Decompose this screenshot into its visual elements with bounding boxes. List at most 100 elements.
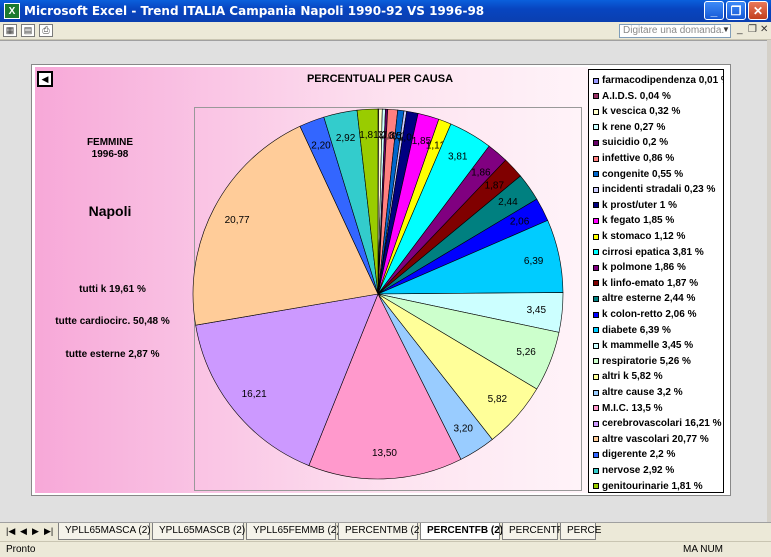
legend-swatch xyxy=(593,264,599,271)
slice-data-label: 2,20 xyxy=(311,140,331,151)
legend-swatch xyxy=(593,420,599,427)
legend-item[interactable]: k vescica 0,32 % xyxy=(593,104,680,119)
legend-item[interactable]: k linfo-emato 1,87 % xyxy=(593,276,698,291)
legend-label: k polmone 1,86 % xyxy=(602,262,686,274)
legend-swatch xyxy=(593,327,599,334)
slice-data-label: 1,81 xyxy=(359,130,379,141)
sheet-tab-bar: |◀ ◀ ▶ ▶| YPLL65MASCA (2) YPLL65MASCB (2)… xyxy=(0,522,771,541)
legend-swatch xyxy=(593,436,599,443)
legend-item[interactable]: k stomaco 1,12 % xyxy=(593,229,685,244)
legend-label: altre vascolari 20,77 % xyxy=(602,433,709,445)
legend-swatch xyxy=(593,358,599,365)
slice-data-label: 3,45 xyxy=(527,305,547,316)
legend-item[interactable]: M.I.C. 13,5 % xyxy=(593,401,663,416)
legend-item[interactable]: k mammelle 3,45 % xyxy=(593,338,693,353)
legend-label: congenite 0,55 % xyxy=(602,168,684,180)
legend-item[interactable]: infettive 0,86 % xyxy=(593,151,674,166)
legend-label: farmacodipendenza 0,01 % xyxy=(602,75,724,86)
status-bar: Pronto MA NUM xyxy=(0,541,771,557)
legend-swatch xyxy=(593,233,599,240)
legend-label: genitourinarie 1,81 % xyxy=(602,480,703,492)
legend-label: nervose 2,92 % xyxy=(602,465,675,476)
legend-item[interactable]: suicidio 0,2 % xyxy=(593,135,668,150)
legend-swatch xyxy=(593,389,599,396)
legend-label: altre cause 3,2 % xyxy=(602,387,683,398)
legend-label: M.I.C. 13,5 % xyxy=(602,402,663,414)
legend-swatch xyxy=(593,249,599,256)
legend-item[interactable]: k polmone 1,86 % xyxy=(593,260,686,275)
slice-data-label: 5,26 xyxy=(516,347,536,358)
legend-label: cerebrovascolari 16,21 % xyxy=(602,418,722,430)
legend-swatch xyxy=(593,280,599,287)
legend-item[interactable]: genitourinarie 1,81 % xyxy=(593,479,703,492)
legend-item[interactable]: diabete 6,39 % xyxy=(593,323,671,338)
chart-legend[interactable]: farmacodipendenza 0,01 % A.I.D.S. 0,04 % k… xyxy=(588,69,724,493)
legend-swatch xyxy=(593,467,599,474)
legend-item[interactable]: incidenti stradali 0,23 % xyxy=(593,182,715,197)
legend-item[interactable]: respiratorie 5,26 % xyxy=(593,354,691,369)
legend-label: k mammelle 3,45 % xyxy=(602,340,694,352)
legend-label: altri k 5,82 % xyxy=(602,371,663,383)
legend-item[interactable]: k prost/uter 1 % xyxy=(593,198,677,213)
legend-swatch xyxy=(593,311,599,318)
legend-item[interactable]: k rene 0,27 % xyxy=(593,120,665,135)
legend-item[interactable]: altre vascolari 20,77 % xyxy=(593,432,709,447)
legend-label: cirrosi epatica 3,81 % xyxy=(602,246,704,258)
legend-label: infettive 0,86 % xyxy=(602,153,675,164)
last-sheet-icon[interactable]: ▶| xyxy=(44,526,53,537)
sheet-tab[interactable]: YPLL65MASCA (2) xyxy=(58,523,151,540)
sheet-tab[interactable]: PERCENTMB (2) xyxy=(338,523,423,540)
status-text: Pronto xyxy=(6,544,36,555)
legend-item[interactable]: A.I.D.S. 0,04 % xyxy=(593,89,671,104)
legend-swatch xyxy=(593,108,599,115)
legend-item[interactable]: farmacodipendenza 0,01 % xyxy=(593,73,724,88)
legend-label: k colon-retto 2,06 % xyxy=(602,309,697,320)
first-sheet-icon[interactable]: |◀ xyxy=(6,526,15,537)
legend-label: altre esterne 2,44 % xyxy=(602,293,696,305)
legend-item[interactable]: cirrosi epatica 3,81 % xyxy=(593,245,704,260)
legend-item[interactable]: nervose 2,92 % xyxy=(593,463,674,478)
legend-label: A.I.D.S. 0,04 % xyxy=(602,90,671,102)
sheet-tab[interactable]: PERCE xyxy=(560,523,601,540)
legend-label: k stomaco 1,12 % xyxy=(602,231,686,242)
slice-data-label: 2,92 xyxy=(336,133,356,144)
legend-label: k prost/uter 1 % xyxy=(602,199,678,211)
legend-label: k vescica 0,32 % xyxy=(602,106,681,118)
legend-swatch xyxy=(593,77,599,84)
sheet-tab[interactable]: PERCENTFB (2) xyxy=(420,523,503,540)
legend-item[interactable]: congenite 0,55 % xyxy=(593,167,683,182)
legend-swatch xyxy=(593,202,599,209)
slice-data-label: 3,81 xyxy=(448,151,468,162)
status-indicators: MA NUM xyxy=(683,544,723,555)
legend-item[interactable]: cerebrovascolari 16,21 % xyxy=(593,416,722,431)
slice-data-label: 13,50 xyxy=(372,448,397,459)
sheet-tab[interactable]: YPLL65MASCB (2) xyxy=(152,523,245,540)
slice-data-label: 6,39 xyxy=(524,256,544,267)
legend-label: respiratorie 5,26 % xyxy=(602,355,691,367)
legend-item[interactable]: digerente 2,2 % xyxy=(593,447,675,462)
slice-data-label: 1,86 xyxy=(471,168,491,179)
slice-data-label: 5,82 xyxy=(488,394,508,405)
legend-item[interactable]: altri k 5,82 % xyxy=(593,369,663,384)
legend-item[interactable]: k fegato 1,85 % xyxy=(593,213,674,228)
legend-swatch xyxy=(593,373,599,380)
next-sheet-icon[interactable]: ▶ xyxy=(32,526,39,537)
legend-swatch xyxy=(593,483,599,490)
legend-item[interactable]: k colon-retto 2,06 % xyxy=(593,307,696,322)
legend-label: k fegato 1,85 % xyxy=(602,215,675,227)
legend-label: digerente 2,2 % xyxy=(602,449,676,461)
legend-swatch xyxy=(593,451,599,458)
legend-swatch xyxy=(593,155,599,162)
legend-label: k rene 0,27 % xyxy=(602,121,666,133)
sheet-tab[interactable]: YPLL65FEMMB (2) xyxy=(246,523,340,540)
sheet-tab[interactable]: PERCENTFB xyxy=(502,523,570,540)
legend-swatch xyxy=(593,124,599,131)
legend-label: k linfo-emato 1,87 % xyxy=(602,277,699,289)
legend-item[interactable]: altre cause 3,2 % xyxy=(593,385,683,400)
legend-swatch xyxy=(593,295,599,302)
slice-data-label: 20,77 xyxy=(225,215,250,226)
legend-label: diabete 6,39 % xyxy=(602,324,671,336)
slice-data-label: 2,44 xyxy=(498,197,518,208)
legend-item[interactable]: altre esterne 2,44 % xyxy=(593,291,695,306)
prev-sheet-icon[interactable]: ◀ xyxy=(20,526,27,537)
